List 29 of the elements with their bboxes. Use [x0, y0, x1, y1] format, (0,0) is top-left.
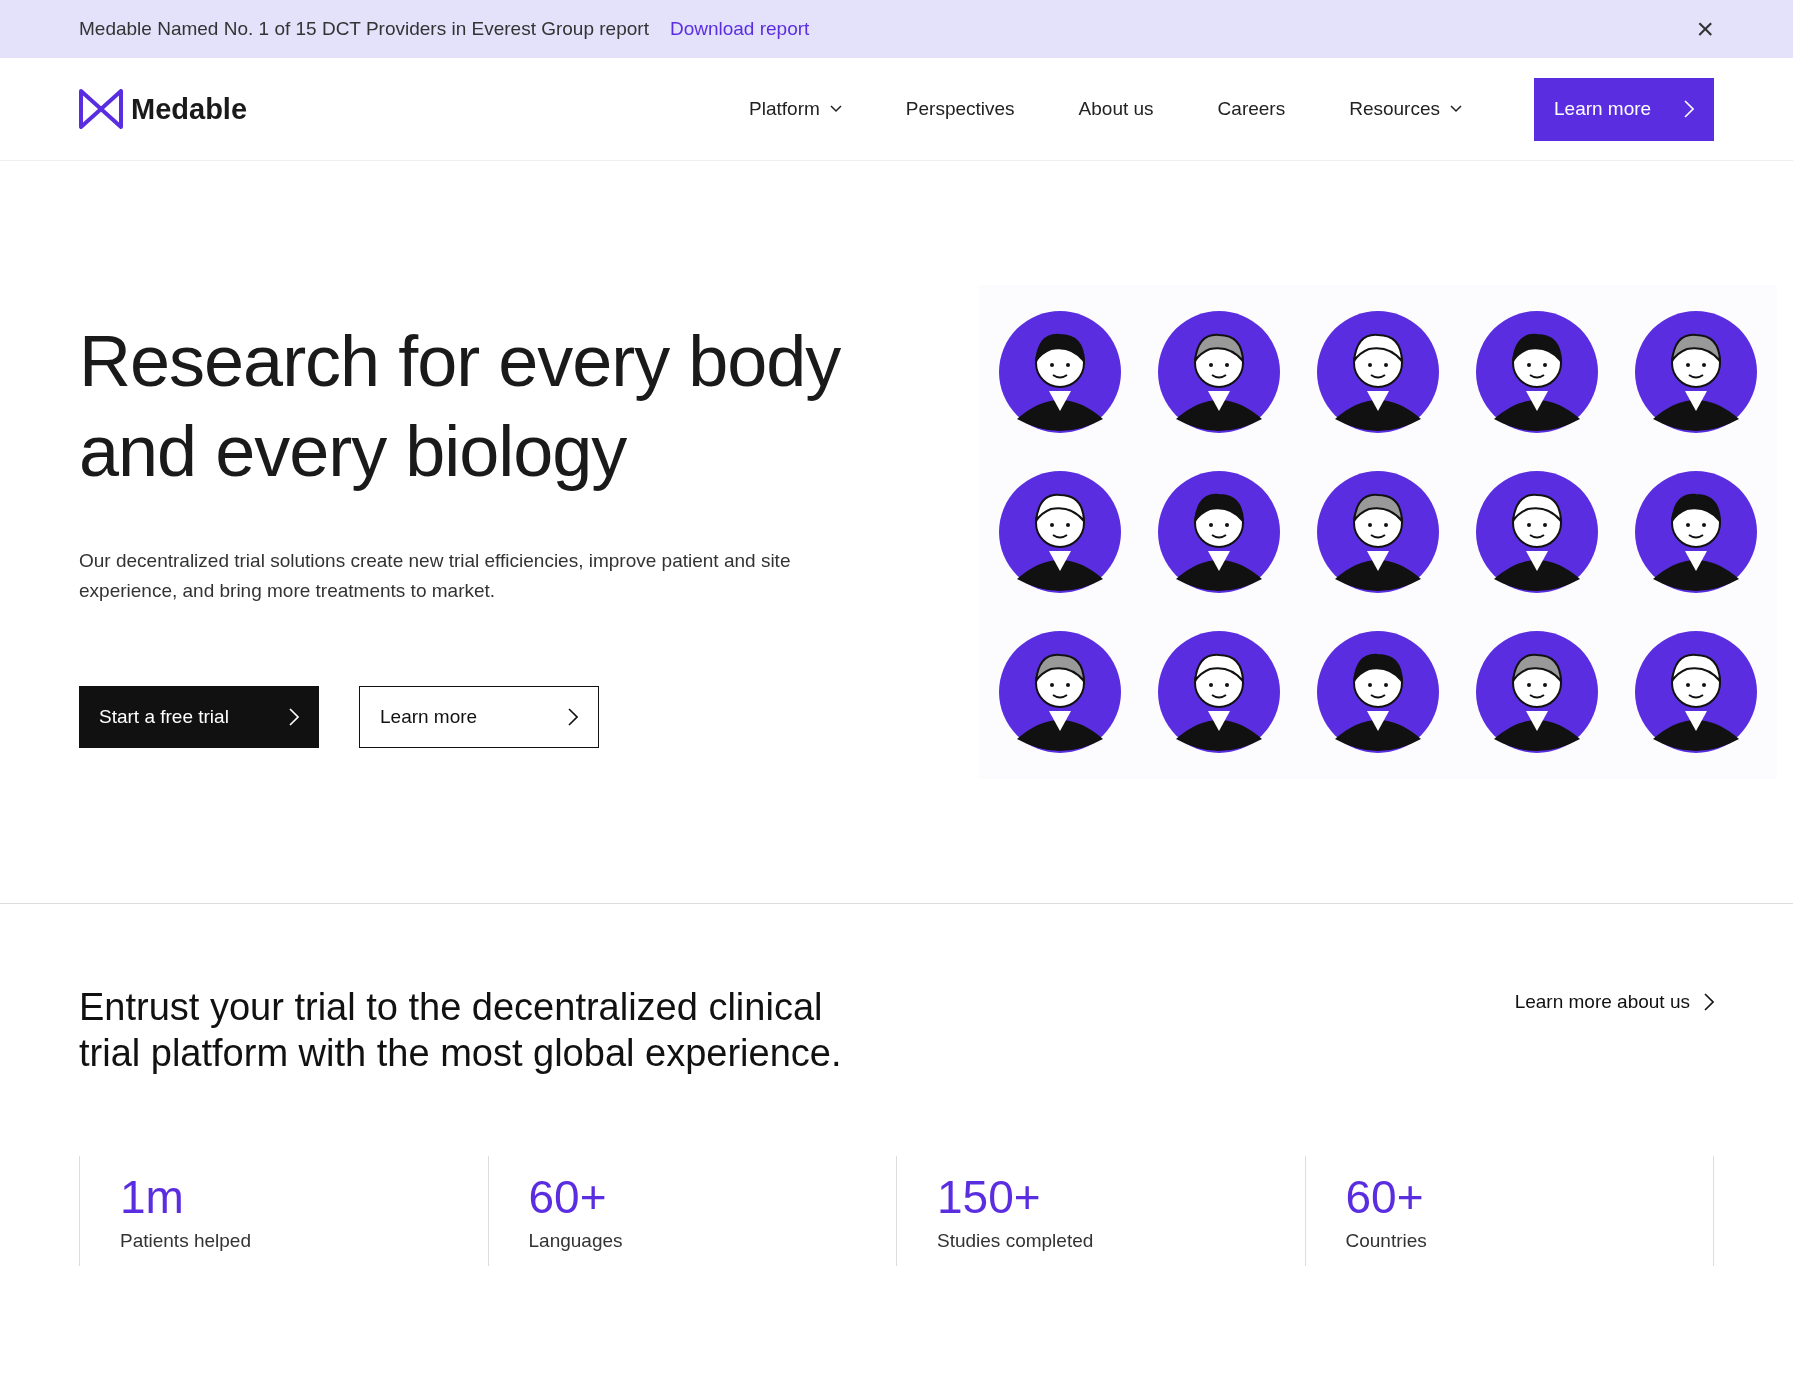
learn-more-about-us-link[interactable]: Learn more about us — [1514, 984, 1714, 1020]
chevron-icon — [289, 708, 299, 726]
chevron-icon — [1684, 100, 1694, 118]
stat-value: 1m — [120, 1170, 185, 1224]
chevron-icon — [1704, 993, 1714, 1011]
nav-link[interactable]: Perspectives — [873, 98, 1047, 120]
stat-value: 60+ — [528, 1170, 608, 1224]
nav-link[interactable]: Platform — [717, 98, 874, 120]
stat-label: Languages — [528, 1230, 624, 1252]
section-heading: Entrust your trial to the decentralized clinical trial platform with the most global experience. — [79, 985, 843, 1076]
download-report-link[interactable]: Download report — [669, 18, 810, 40]
stat-label: Patients helped — [120, 1230, 252, 1252]
learn-more-button[interactable]: Learn more — [359, 686, 599, 748]
stat-value: 60+ — [1345, 1170, 1425, 1224]
hero-title: Research for every body and every biology — [79, 320, 842, 493]
stat-label: Countries — [1345, 1230, 1428, 1252]
hero-text: Our decentralized trial solutions create new trial efficiencies, improve patient and site experience, and bring more treatments to market. — [79, 549, 792, 603]
banner-text: Medable Named No. 1 of 15 DCT Providers in Everest Group report — [79, 18, 649, 40]
start-trial-button[interactable]: Start a free trial — [79, 686, 319, 748]
chevron-icon — [568, 708, 578, 726]
logo-icon — [79, 89, 123, 129]
nav-link[interactable]: Resources — [1317, 98, 1494, 120]
learn-more-button[interactable]: Learn more — [1534, 77, 1714, 141]
logo-text[interactable]: Medable — [131, 92, 248, 126]
nav-link[interactable]: Careers — [1185, 98, 1318, 120]
close-button[interactable]: × — [1696, 14, 1714, 44]
stat-value: 150+ — [937, 1170, 1042, 1224]
nav-link[interactable]: About us — [1046, 98, 1186, 120]
stat-label: Studies completed — [937, 1230, 1095, 1252]
